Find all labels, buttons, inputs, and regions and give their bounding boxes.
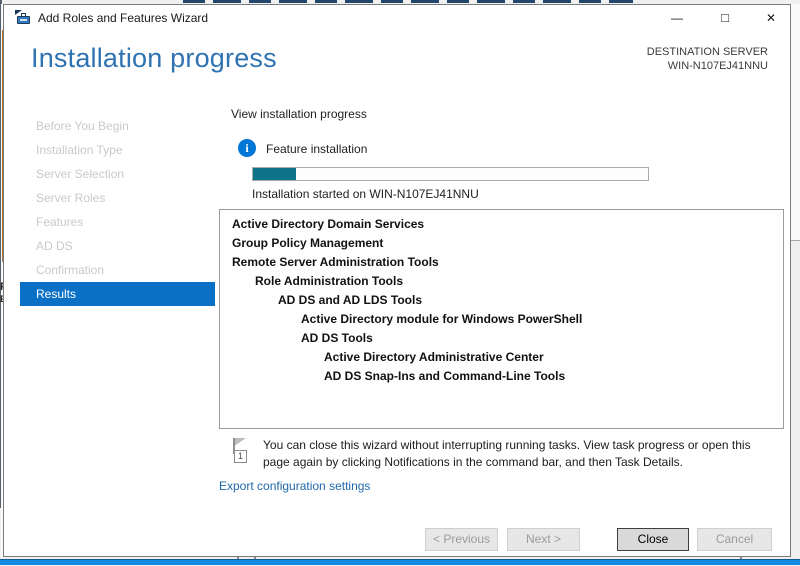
list-item[interactable]: AD DS Tools: [220, 329, 783, 348]
list-item[interactable]: Active Directory Domain Services: [220, 215, 783, 234]
feature-installation-label: Feature installation: [266, 142, 368, 156]
wizard-dialog: Add Roles and Features Wizard — □ ✕ Inst…: [3, 4, 791, 557]
close-wizard-note: You can close this wizard without interr…: [263, 438, 751, 469]
wizard-content: View installation progress i Feature ins…: [4, 5, 790, 556]
installed-features-list[interactable]: Active Directory Domain Services Group P…: [219, 209, 784, 429]
view-progress-label: View installation progress: [231, 107, 367, 121]
list-item[interactable]: Active Directory Administrative Center: [220, 348, 783, 367]
notification-flag-icon: 1: [232, 438, 258, 466]
close-button[interactable]: Close: [617, 528, 689, 551]
cancel-button: Cancel: [697, 528, 772, 551]
progress-fill: [253, 168, 297, 180]
export-configuration-link[interactable]: Export configuration settings: [219, 479, 370, 493]
list-item[interactable]: Group Policy Management: [220, 234, 783, 253]
info-icon: i: [238, 139, 256, 157]
list-item[interactable]: Remote Server Administration Tools: [220, 253, 783, 272]
list-item[interactable]: AD DS Snap-Ins and Command-Line Tools: [220, 367, 783, 386]
list-item[interactable]: AD DS and AD LDS Tools: [220, 291, 783, 310]
notification-count-badge: 1: [234, 450, 247, 463]
background-window-strip: [791, 4, 800, 240]
previous-button: < Previous: [425, 528, 498, 551]
next-button: Next >: [507, 528, 580, 551]
list-item[interactable]: Active Directory module for Windows Powe…: [220, 310, 783, 329]
list-item[interactable]: Role Administration Tools: [220, 272, 783, 291]
background-panel-edge: [791, 240, 800, 241]
taskbar-edge: [0, 559, 800, 565]
background-window-text-fragment: [183, 0, 633, 3]
installation-progress-bar: [252, 167, 649, 181]
installation-status-text: Installation started on WIN-N107EJ41NNU: [252, 187, 479, 201]
